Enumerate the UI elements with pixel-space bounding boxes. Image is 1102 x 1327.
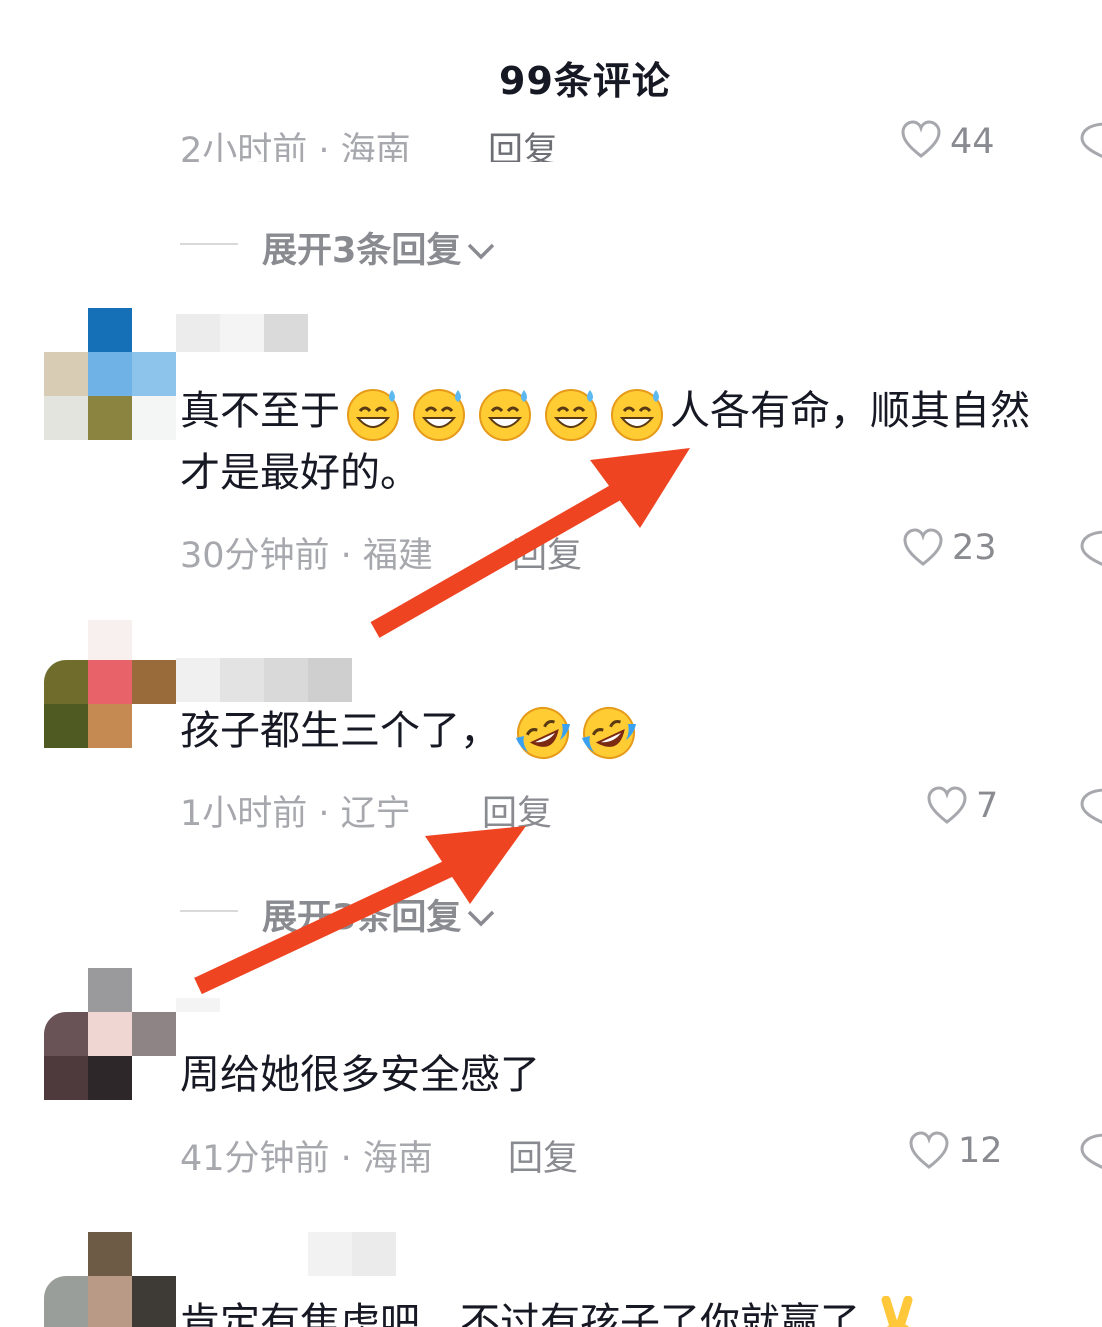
red-arrow bbox=[194, 826, 526, 995]
annotation-arrows bbox=[194, 448, 690, 995]
red-arrow bbox=[370, 448, 690, 638]
